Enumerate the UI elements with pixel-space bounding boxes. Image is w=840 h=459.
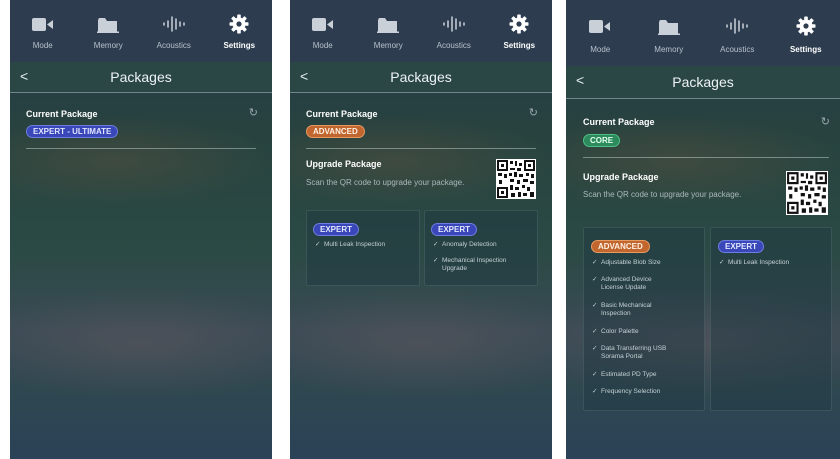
refresh-icon[interactable]: ↻	[249, 106, 258, 119]
refresh-icon[interactable]: ↻	[821, 115, 830, 128]
sound-wave-icon	[726, 18, 748, 34]
upgrade-card: EXPERT ✓ Multi Leak Inspection	[306, 210, 420, 286]
tab-mode-label: Mode	[590, 45, 611, 54]
check-icon: ✓	[315, 241, 321, 248]
header-divider	[290, 92, 552, 93]
feature-item: ✓ Mechanical Inspection Upgrade	[433, 257, 507, 272]
page-title: Packages	[110, 69, 172, 85]
refresh-icon[interactable]: ↻	[529, 106, 538, 119]
tab-settings-label: Settings	[789, 45, 822, 54]
page-title: Packages	[672, 74, 734, 90]
tab-acoustics[interactable]: Acoustics	[141, 0, 207, 62]
upgrade-card-badge: EXPERT	[718, 240, 765, 253]
top-navigation: Mode Memory Acoustics Settings	[290, 0, 552, 62]
check-icon: ✓	[592, 259, 598, 266]
tab-settings-label: Settings	[223, 41, 256, 50]
tab-mode[interactable]: Mode	[290, 0, 356, 62]
current-package-badge: ADVANCED	[306, 125, 365, 138]
upgrade-card: EXPERT ✓ Multi Leak Inspection	[710, 227, 832, 411]
upgrade-card-badge: EXPERT	[313, 223, 360, 236]
current-package-badge: CORE	[583, 134, 621, 147]
tab-memory[interactable]: Memory	[635, 0, 704, 66]
upgrade-hint: Scan the QR code to upgrade your package…	[583, 190, 742, 199]
tab-memory-label: Memory	[373, 41, 403, 50]
current-package-label: Current Package	[583, 117, 655, 127]
page-header: < Packages	[10, 62, 272, 92]
tab-mode-label: Mode	[32, 41, 53, 50]
gear-icon	[796, 16, 816, 36]
page-header: < Packages	[566, 66, 840, 98]
top-navigation: Mode Memory Acoustics Settings	[566, 0, 840, 66]
sound-wave-icon	[443, 16, 465, 32]
video-camera-icon	[311, 17, 333, 31]
check-icon: ✓	[719, 259, 725, 266]
sound-wave-icon	[163, 16, 185, 32]
check-icon: ✓	[433, 241, 439, 248]
tab-acoustics-label: Acoustics	[720, 45, 755, 54]
video-camera-icon	[589, 19, 611, 33]
tab-memory[interactable]: Memory	[356, 0, 422, 62]
current-package-label: Current Package	[306, 109, 378, 119]
current-package-label: Current Package	[26, 109, 98, 119]
qr-code-icon	[496, 159, 536, 199]
check-icon: ✓	[592, 328, 598, 335]
phone-screen-2: Mode Memory Acoustics Settings < Package…	[290, 0, 552, 459]
check-icon: ✓	[592, 371, 598, 378]
upgrade-package-label: Upgrade Package	[306, 159, 382, 169]
phone-screen-3: Mode Memory Acoustics Settings < Package…	[566, 0, 840, 459]
tab-memory-label: Memory	[93, 41, 123, 50]
tab-acoustics[interactable]: Acoustics	[703, 0, 772, 66]
check-icon: ✓	[592, 276, 598, 283]
upgrade-card: EXPERT ✓ Anomaly Detection ✓ Mechanical …	[424, 210, 538, 286]
top-navigation: Mode Memory Acoustics Settings	[10, 0, 272, 62]
tab-settings[interactable]: Settings	[207, 0, 273, 62]
tab-acoustics[interactable]: Acoustics	[421, 0, 487, 62]
folder-icon	[657, 19, 680, 35]
check-icon: ✓	[592, 345, 598, 352]
upgrade-package-label: Upgrade Package	[583, 172, 659, 182]
section-divider	[583, 157, 829, 158]
tab-mode[interactable]: Mode	[566, 0, 635, 66]
page-header: < Packages	[290, 62, 552, 92]
tab-settings[interactable]: Settings	[772, 0, 840, 66]
upgrade-card: ADVANCED ✓ Adjustable Blob Size ✓ Advanc…	[583, 227, 705, 411]
tab-mode-label: Mode	[312, 41, 333, 50]
check-icon: ✓	[592, 302, 598, 309]
section-divider	[306, 148, 536, 149]
tab-acoustics-label: Acoustics	[156, 41, 191, 50]
check-icon: ✓	[433, 257, 439, 264]
gear-icon	[509, 14, 529, 34]
tab-acoustics-label: Acoustics	[436, 41, 471, 50]
tab-settings[interactable]: Settings	[487, 0, 553, 62]
upgrade-card-badge: EXPERT	[431, 223, 478, 236]
tab-memory[interactable]: Memory	[76, 0, 142, 62]
folder-icon	[377, 17, 400, 33]
current-package-badge: EXPERT - ULTIMATE	[26, 125, 119, 138]
gear-icon	[229, 14, 249, 34]
upgrade-card-badge: ADVANCED	[591, 240, 650, 253]
phone-screen-1: Mode Memory Acoustics Settings < Package…	[10, 0, 272, 459]
header-divider	[566, 98, 840, 99]
page-title: Packages	[390, 69, 452, 85]
tab-settings-label: Settings	[503, 41, 536, 50]
qr-code-icon	[786, 171, 828, 215]
tab-mode[interactable]: Mode	[10, 0, 76, 62]
tab-memory-label: Memory	[654, 45, 684, 54]
video-camera-icon	[31, 17, 53, 31]
upgrade-hint: Scan the QR code to upgrade your package…	[306, 178, 465, 187]
folder-icon	[97, 17, 120, 33]
header-divider	[10, 92, 272, 93]
section-divider	[26, 148, 256, 149]
check-icon: ✓	[592, 388, 598, 395]
